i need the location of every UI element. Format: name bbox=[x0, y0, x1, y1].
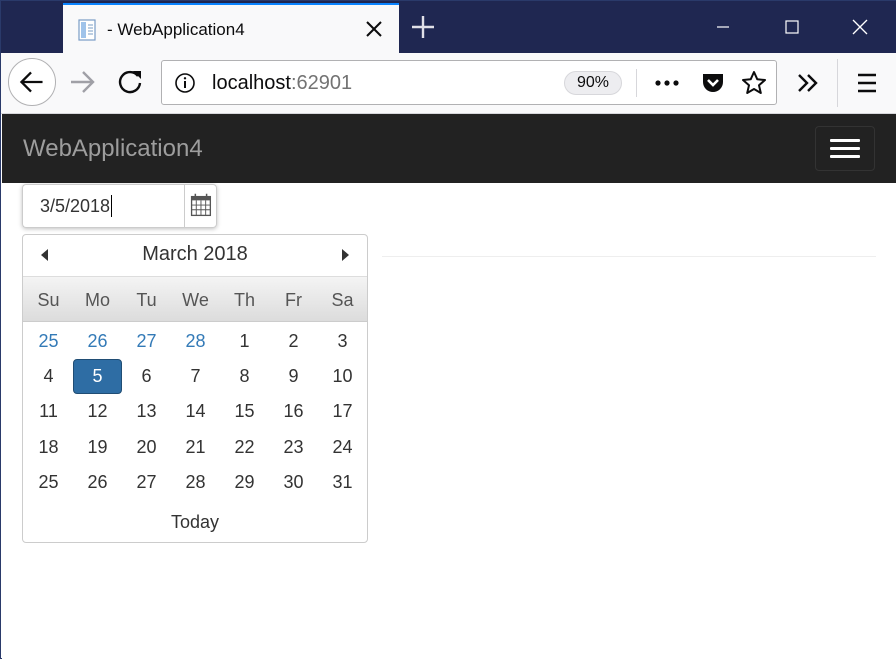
hamburger-menu-icon[interactable] bbox=[853, 70, 881, 96]
weekday-label: Sa bbox=[331, 290, 354, 310]
toggle-bar bbox=[830, 147, 860, 150]
forward-arrow-icon[interactable] bbox=[65, 65, 99, 99]
previous-month-day-cell[interactable]: 25 bbox=[24, 324, 73, 359]
day-cell[interactable]: 31 bbox=[318, 465, 367, 500]
tab-title: - WebApplication4 bbox=[107, 20, 245, 39]
day-cell[interactable]: 25 bbox=[24, 465, 73, 500]
previous-month-icon[interactable] bbox=[37, 247, 53, 263]
browser-toolbar: localhost:62901 90% bbox=[1, 53, 896, 114]
site-info-icon[interactable] bbox=[174, 72, 196, 94]
day-cell[interactable]: 29 bbox=[220, 465, 269, 500]
title-bar: - WebApplication4 bbox=[1, 1, 896, 53]
pocket-icon[interactable] bbox=[700, 70, 726, 96]
day-cell[interactable]: 17 bbox=[318, 394, 367, 429]
day-cell[interactable]: 13 bbox=[122, 394, 171, 429]
day-cell[interactable]: 9 bbox=[269, 359, 318, 394]
day-cell[interactable]: 1 bbox=[220, 324, 269, 359]
day-cell[interactable]: 20 bbox=[122, 430, 171, 465]
new-tab-icon[interactable] bbox=[409, 13, 437, 41]
day-cell[interactable]: 10 bbox=[318, 359, 367, 394]
back-arrow-icon[interactable] bbox=[8, 58, 56, 106]
day-cell[interactable]: 27 bbox=[122, 465, 171, 500]
weekday-label: Th bbox=[233, 290, 255, 310]
browser-window: - WebApplication4 localhost:62901 90% We… bbox=[0, 0, 896, 659]
next-month-icon[interactable] bbox=[337, 247, 353, 263]
toggle-bar bbox=[830, 139, 860, 142]
day-cell[interactable]: 8 bbox=[220, 359, 269, 394]
weekday-label: We bbox=[182, 290, 209, 310]
weekday-header-row: Su Mo Tu We Th Fr Sa bbox=[23, 276, 367, 322]
divider bbox=[636, 69, 637, 97]
day-cell[interactable]: 30 bbox=[269, 465, 318, 500]
close-tab-icon[interactable] bbox=[361, 16, 387, 42]
day-cell[interactable]: 22 bbox=[220, 430, 269, 465]
weekday-label: Fr bbox=[285, 290, 302, 310]
reload-icon[interactable] bbox=[113, 65, 147, 99]
day-cell[interactable]: 24 bbox=[318, 430, 367, 465]
overflow-chevron-icon[interactable] bbox=[794, 70, 822, 96]
navbar-toggle-button[interactable] bbox=[815, 126, 875, 171]
url-bar[interactable]: localhost:62901 90% bbox=[161, 60, 777, 105]
page-content: WebApplication4 3/5/2018 March 2018 Su M… bbox=[2, 114, 896, 659]
day-cell[interactable]: 7 bbox=[171, 359, 220, 394]
previous-month-day-cell[interactable]: 27 bbox=[122, 324, 171, 359]
calendar-icon[interactable] bbox=[184, 184, 217, 228]
day-cell[interactable]: 11 bbox=[24, 394, 73, 429]
selected-day-cell[interactable]: 5 bbox=[73, 359, 122, 394]
date-input-value: 3/5/2018 bbox=[40, 196, 111, 216]
site-brand[interactable]: WebApplication4 bbox=[23, 135, 203, 163]
day-cell[interactable]: 15 bbox=[220, 394, 269, 429]
day-cell[interactable]: 14 bbox=[171, 394, 220, 429]
weekday-label: Mo bbox=[84, 290, 110, 310]
divider bbox=[837, 59, 838, 107]
date-input[interactable]: 3/5/2018 bbox=[22, 184, 184, 228]
zoom-indicator[interactable]: 90% bbox=[564, 71, 622, 95]
day-cell[interactable]: 18 bbox=[24, 430, 73, 465]
datepicker-header: March 2018 bbox=[23, 235, 367, 275]
datepicker-month-title[interactable]: March 2018 bbox=[23, 243, 367, 266]
weekday-label: Tu bbox=[136, 290, 157, 310]
page-icon bbox=[78, 19, 96, 41]
text-caret bbox=[111, 194, 113, 217]
datepicker-popup: March 2018 Su Mo Tu We Th Fr Sa 25 26 27 28 1 2 3 4 5 6… bbox=[22, 234, 368, 543]
url-text[interactable]: localhost:62901 bbox=[212, 72, 352, 95]
url-port: :62901 bbox=[290, 72, 353, 94]
day-cell[interactable]: 3 bbox=[318, 324, 367, 359]
day-cell[interactable]: 28 bbox=[171, 465, 220, 500]
site-navbar: WebApplication4 bbox=[2, 114, 896, 183]
previous-month-day-cell[interactable]: 26 bbox=[73, 324, 122, 359]
minimize-icon[interactable] bbox=[689, 1, 757, 53]
close-window-icon[interactable] bbox=[825, 1, 893, 53]
day-cell[interactable]: 26 bbox=[73, 465, 122, 500]
day-cell[interactable]: 6 bbox=[122, 359, 171, 394]
day-cell[interactable]: 21 bbox=[171, 430, 220, 465]
bookmark-star-icon[interactable] bbox=[740, 69, 768, 97]
day-cell[interactable]: 4 bbox=[24, 359, 73, 394]
day-cell[interactable]: 12 bbox=[73, 394, 122, 429]
previous-month-day-cell[interactable]: 28 bbox=[171, 324, 220, 359]
day-cell[interactable]: 2 bbox=[269, 324, 318, 359]
browser-tab[interactable]: - WebApplication4 bbox=[63, 3, 399, 53]
day-cell[interactable]: 23 bbox=[269, 430, 318, 465]
day-cell[interactable]: 16 bbox=[269, 394, 318, 429]
url-host: localhost bbox=[212, 72, 291, 94]
weekday-label: Su bbox=[37, 290, 60, 310]
date-input-group: 3/5/2018 bbox=[22, 184, 217, 228]
divider bbox=[382, 256, 876, 257]
page-actions-icon[interactable] bbox=[652, 71, 682, 95]
maximize-icon[interactable] bbox=[757, 1, 825, 53]
day-cell[interactable]: 19 bbox=[73, 430, 122, 465]
today-button[interactable]: Today bbox=[23, 512, 367, 533]
toggle-bar bbox=[830, 155, 860, 158]
